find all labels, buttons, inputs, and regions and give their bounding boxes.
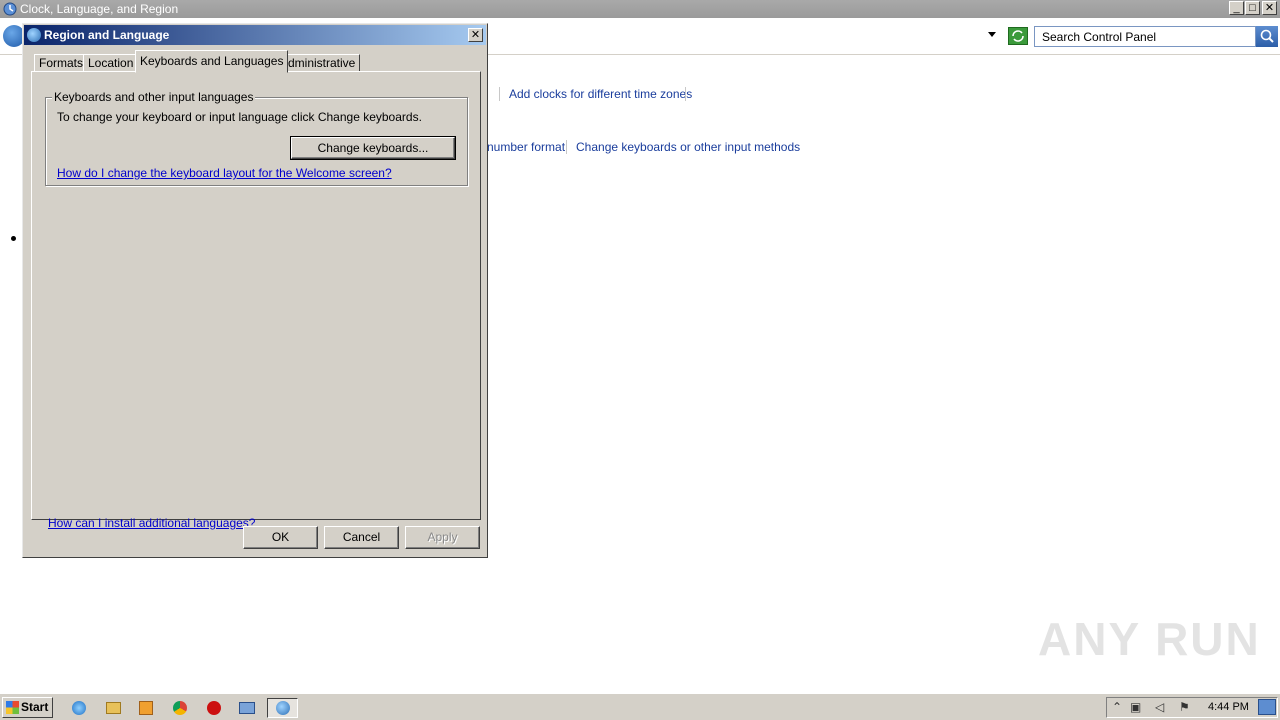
start-label: Start <box>21 700 49 714</box>
chrome-icon[interactable] <box>167 698 193 718</box>
dialog-title: Region and Language <box>44 28 170 42</box>
cancel-button[interactable]: Cancel <box>324 526 399 549</box>
apply-button[interactable]: Apply <box>405 526 480 549</box>
tab-location[interactable]: Location <box>83 54 139 72</box>
groupbox-description: To change your keyboard or input languag… <box>57 110 422 124</box>
link-separator <box>566 140 567 154</box>
number-format-link[interactable]: number format <box>487 140 565 154</box>
control-panel-icon <box>3 2 17 16</box>
explorer-folder-icon[interactable] <box>100 698 126 718</box>
region-language-taskbar-icon[interactable] <box>267 698 298 718</box>
opera-icon[interactable] <box>201 698 227 718</box>
welcome-screen-link[interactable]: How do I change the keyboard layout for … <box>57 166 392 180</box>
show-desktop-icon[interactable] <box>1258 699 1276 715</box>
chevron-up-icon[interactable]: ⌃ <box>1112 700 1122 714</box>
add-clocks-link[interactable]: Add clocks for different time zones <box>509 87 692 101</box>
bullet <box>11 236 16 241</box>
clock[interactable]: 4:44 PM <box>1208 701 1249 713</box>
tab-panel: Keyboards and other input languages To c… <box>31 71 481 530</box>
dialog-titlebar: Region and Language ✕ <box>24 25 486 45</box>
network-icon[interactable]: ▣ <box>1130 700 1141 714</box>
ok-button[interactable]: OK <box>243 526 318 549</box>
dialog-close-button[interactable]: ✕ <box>468 28 483 42</box>
refresh-icon[interactable] <box>1008 27 1028 45</box>
internet-explorer-icon[interactable] <box>66 698 92 718</box>
chevron-down-icon[interactable] <box>988 32 996 37</box>
change-keyboards-input-link[interactable]: Change keyboards or other input methods <box>576 140 800 154</box>
flag-icon[interactable]: ⚑ <box>1179 700 1190 714</box>
tab-keyboards-and-languages[interactable]: Keyboards and Languages <box>135 50 289 73</box>
tab-formats[interactable]: Formats <box>34 54 89 72</box>
link-separator <box>499 87 500 101</box>
start-button[interactable]: Start <box>2 697 53 718</box>
globe-icon <box>27 28 41 42</box>
window-title: Clock, Language, and Region <box>20 2 179 16</box>
search-icon[interactable] <box>1256 26 1278 47</box>
change-keyboards-button[interactable]: Change keyboards... <box>290 136 456 160</box>
groupbox-legend: Keyboards and other input languages <box>52 90 256 104</box>
control-panel-taskbar-icon[interactable] <box>234 698 260 718</box>
search-input[interactable]: Search Control Panel <box>1034 26 1256 47</box>
windows-logo-icon <box>6 701 19 714</box>
install-languages-link[interactable]: How can I install additional languages? <box>48 516 255 530</box>
close-button[interactable]: ✕ <box>1262 1 1277 15</box>
window-titlebar: Clock, Language, and Region _ □ ✕ <box>0 0 1280 18</box>
minimize-button[interactable]: _ <box>1229 1 1244 15</box>
region-language-dialog: Region and Language ✕ Formats Location K… <box>22 23 488 558</box>
taskbar: Start ⌃ ▣ ◁ ⚑ 4:44 PM <box>0 693 1280 720</box>
watermark: ANY RUN <box>1038 613 1261 665</box>
link-separator <box>685 87 686 101</box>
media-player-icon[interactable] <box>133 698 159 718</box>
maximize-button[interactable]: □ <box>1245 1 1260 15</box>
keyboards-groupbox: Keyboards and other input languages To c… <box>45 90 468 186</box>
volume-icon[interactable]: ◁ <box>1155 700 1164 714</box>
system-tray: ⌃ ▣ ◁ ⚑ 4:44 PM <box>1106 697 1278 718</box>
